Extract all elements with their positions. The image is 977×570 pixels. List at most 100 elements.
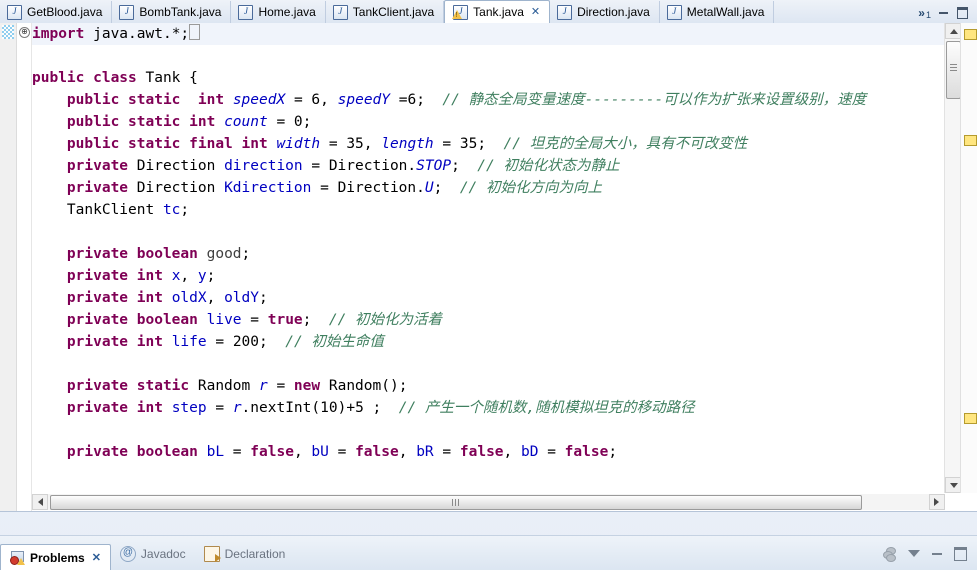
view-tab-problems[interactable]: Problems ✕ [0,544,111,570]
maximize-icon[interactable] [957,7,968,19]
code-token-sfld: width [276,136,321,152]
code-token-plain: Direction [128,180,225,196]
editor-tab-bombtank[interactable]: J BombTank.java [112,1,232,23]
vertical-scroll-thumb[interactable] [946,41,961,99]
code-line[interactable]: private int x, y; [32,265,945,287]
eclipse-ide-window: J GetBlood.java J BombTank.java J Home.j… [0,0,977,570]
code-token-kw: private int [66,268,163,284]
code-token-kw: private [66,158,129,174]
code-token-sfld: count [224,114,268,130]
editor-annotation-gutter[interactable] [0,23,17,511]
code-line[interactable]: private int step = r.nextInt(10)+5 ; // … [32,397,945,419]
editor-tab-label: BombTank.java [139,5,222,19]
close-icon[interactable]: ✕ [529,6,540,18]
java-file-icon: J [238,4,254,20]
code-line[interactable]: import java.awt.*; [32,23,945,45]
code-line[interactable]: TankClient tc; [32,199,945,221]
code-token-num: 10 [320,400,338,416]
editor-tab-home[interactable]: J Home.java [231,1,326,23]
code-line[interactable]: private Direction direction = Direction.… [32,155,945,177]
code-line[interactable] [32,419,945,441]
code-token-plain: , [398,444,417,460]
editor-folding-column[interactable]: ⊕ [17,23,32,511]
maximize-icon[interactable] [954,546,967,561]
editor-tab-label: Direction.java [577,5,650,19]
code-line[interactable] [32,353,945,375]
editor-tab-direction[interactable]: J Direction.java [550,1,660,23]
code-line[interactable] [32,221,945,243]
code-line[interactable]: public static final int width = 35, leng… [32,133,945,155]
code-line[interactable]: public static int speedX = 6, speedY =6;… [32,89,945,111]
editor-tab-metalwall[interactable]: J MetalWall.java [660,1,775,23]
code-token-fld: bL [206,444,225,460]
chevron-double-right-icon: » [918,6,925,20]
changed-line-marker [2,25,14,39]
tab-overflow-button[interactable]: » 1 [918,6,939,23]
code-text[interactable]: import java.awt.*; public class Tank { p… [32,23,945,463]
code-line[interactable]: private int life = 200; // 初始生命值 [32,331,945,353]
code-token-num: 5 [355,400,364,416]
code-token-plain: ; [302,312,329,328]
scroll-down-arrow-icon[interactable] [945,477,961,493]
code-token-kw: private boolean [66,444,198,460]
code-line[interactable]: private static Random r = new Random(); [32,375,945,397]
code-token-plain: ; [608,444,618,460]
code-viewport[interactable]: import java.awt.*; public class Tank { p… [32,23,945,493]
editor-vertical-scrollbar[interactable] [944,23,961,493]
code-token-fld: bU [311,444,329,460]
code-token-plain: = [241,312,268,328]
code-token-cmt: // 初始化为活着 [328,312,443,328]
code-token-plain: = [206,334,233,350]
filter-icon[interactable] [883,547,896,562]
horizontal-scroll-thumb[interactable] [50,495,862,510]
view-tab-declaration[interactable]: Declaration [195,542,295,566]
fold-expand-icon[interactable]: ⊕ [19,27,30,38]
overview-warning-marker[interactable] [964,413,977,424]
code-token-plain: = [433,136,460,152]
code-line[interactable]: private boolean live = true; // 初始化为活着 [32,309,945,331]
editor-tab-tank-active[interactable]: J Tank.java ✕ [444,0,551,24]
code-line[interactable]: public static int count = 0; [32,111,945,133]
code-token-plain: , [503,444,521,460]
code-token-plain: , [293,444,312,460]
overview-warning-marker[interactable] [964,135,977,146]
view-tab-javadoc[interactable]: @ Javadoc [111,542,195,566]
scroll-up-arrow-icon[interactable] [945,23,961,39]
code-token-num: 35 [346,136,364,152]
java-source-editor[interactable]: ⊕ import java.awt.*; public class Tank {… [0,23,977,512]
scroll-right-arrow-icon[interactable] [929,494,945,510]
problems-icon [10,551,25,565]
editor-horizontal-scrollbar[interactable] [32,494,945,510]
close-icon[interactable]: ✕ [90,552,101,564]
code-token-plain: Tank { [136,70,198,86]
scroll-left-arrow-icon[interactable] [32,494,48,510]
code-line[interactable] [32,45,945,67]
code-token-plain: = [267,114,294,130]
code-line[interactable]: public class Tank { [32,67,945,89]
code-line[interactable]: private Direction Kdirection = Direction… [32,177,945,199]
overview-warning-marker[interactable] [964,29,977,40]
java-file-icon: J [332,4,348,20]
code-line[interactable]: private int oldX, oldY; [32,287,945,309]
code-token-plain: = [285,92,312,108]
code-line[interactable]: private boolean good; [32,243,945,265]
minimize-icon[interactable] [939,12,948,14]
editor-tab-getblood[interactable]: J GetBlood.java [0,1,113,23]
code-token-num: 6 [407,92,417,108]
code-line[interactable]: private boolean bL = false, bU = false, … [32,441,945,463]
code-token-fld: oldX [171,290,207,306]
code-token-cmt: // 初始化方向为向上 [459,180,603,196]
code-token-plain: = [320,136,347,152]
minimize-icon[interactable] [932,552,942,555]
view-menu-icon[interactable] [908,550,920,557]
editor-overview-ruler[interactable] [960,23,977,493]
text-caret [189,24,201,40]
editor-tab-tankclient[interactable]: J TankClient.java [326,1,445,23]
